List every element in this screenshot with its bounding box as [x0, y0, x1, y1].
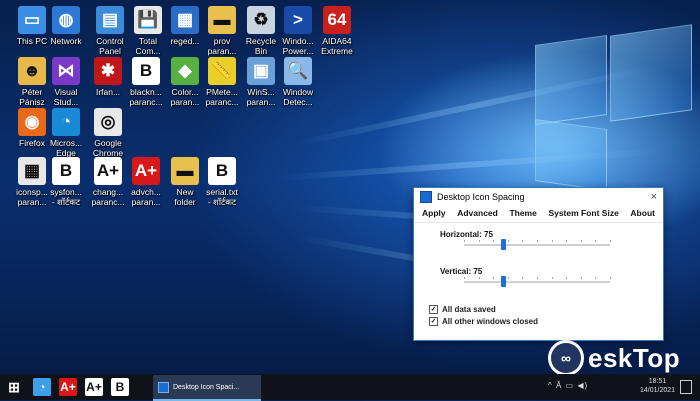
app-icon [420, 190, 432, 203]
network-icon: ◍ [52, 6, 80, 34]
clock-date: 14/01/2021 [640, 387, 676, 394]
checkbox-label: All data saved [442, 305, 496, 314]
desktop-icon[interactable]: 64 AIDA64 Extreme [309, 6, 365, 56]
slider-tick [464, 240, 465, 242]
checkbox-box[interactable]: ✓ [429, 317, 438, 326]
slider-tick [551, 240, 553, 242]
menu-about[interactable]: About [630, 208, 655, 218]
all-data-saved-checkbox[interactable]: ✓ All data saved [429, 305, 496, 314]
vertical-label: Vertical: 75 [440, 267, 483, 276]
menu-bar: Apply Advanced Theme System Font Size Ab… [414, 205, 663, 223]
desktop-icon[interactable]: 🔍 Window Detec... [270, 57, 326, 107]
slider-tick [507, 240, 509, 242]
slider-tick [522, 240, 524, 242]
slider-tick [537, 240, 538, 242]
window-titlebar[interactable]: Desktop Icon Spacing × [414, 188, 663, 205]
desktop-icon[interactable]: Bserial.txt - शॉर्टकट [194, 157, 250, 207]
taskbar-pinned-edge-icon[interactable]: ◔ [33, 378, 51, 396]
close-icon[interactable]: × [651, 191, 657, 203]
edge-icon: ◔ [52, 108, 80, 136]
slider-tick [464, 277, 465, 279]
horizontal-slider-thumb[interactable] [500, 239, 506, 250]
powershell-icon: > [284, 6, 312, 34]
desktop-watermark: ∞ eskTop [548, 340, 680, 376]
watermark-logo-icon: ∞ [548, 340, 584, 376]
desktop-icon-label: Google Chrome [92, 138, 124, 158]
all-windows-closed-checkbox[interactable]: ✓ All other windows closed [429, 317, 538, 326]
slider-tick [595, 240, 597, 242]
menu-system-font-size[interactable]: System Font Size [548, 208, 618, 218]
slider-tick [580, 277, 582, 279]
ruler-icon: 📏 [208, 57, 236, 85]
slider-tick [493, 240, 495, 242]
slider-tick [551, 277, 553, 279]
slider-tick [507, 277, 509, 279]
system-tray-icons[interactable]: ^ Ā ▭ ◀) [548, 381, 588, 390]
vertical-slider[interactable] [464, 276, 611, 287]
slider-tick [595, 277, 597, 279]
menu-advanced[interactable]: Advanced [457, 208, 498, 218]
menu-apply[interactable]: Apply [422, 208, 446, 218]
slider-tick [522, 277, 524, 279]
horizontal-slider[interactable] [464, 239, 611, 250]
chrome-icon: ◎ [94, 108, 122, 136]
slider-tick [566, 277, 568, 279]
bold-b-icon: B [52, 157, 80, 185]
bold-b-icon: B [208, 157, 236, 185]
watermark-text: eskTop [588, 342, 681, 373]
slider-tick [566, 240, 568, 242]
notification-icon[interactable] [680, 380, 692, 394]
slider-tick [580, 240, 582, 242]
slider-tick [478, 277, 480, 279]
desktop-icon[interactable]: ◎ Google Chrome [80, 108, 136, 158]
slider-tick [610, 240, 611, 242]
taskbar-pinned-font-adv-icon[interactable]: A+ [59, 378, 77, 396]
aida64-icon: 64 [323, 6, 351, 34]
window-detective-icon: 🔍 [284, 57, 312, 85]
taskbar-pinned-bold-b-icon[interactable]: B [111, 378, 129, 396]
taskbar-pinned-font-change-icon[interactable]: A+ [85, 378, 103, 396]
taskbar: ⊞ ◔ A+ A+ B Desktop Icon Spaci... ^ Ā ▭ ◀) … [0, 374, 700, 401]
horizontal-label: Horizontal: 75 [440, 230, 493, 239]
desktop-icon-label: AIDA64 Extreme [321, 36, 353, 56]
start-button[interactable]: ⊞ [5, 378, 23, 396]
menu-theme[interactable]: Theme [509, 208, 536, 218]
clock-time: 18:51 [648, 378, 667, 385]
slider-tick [478, 240, 480, 242]
font-adv-icon: A+ [132, 157, 160, 185]
slider-tick [537, 277, 538, 279]
taskbar-app-label: Desktop Icon Spaci... [173, 383, 240, 391]
desktop-icon-spacing-window: Desktop Icon Spacing × Apply Advanced Th… [413, 187, 664, 341]
folder-icon: ▬ [208, 6, 236, 34]
bold-b-icon: B [132, 57, 160, 85]
window-title: Desktop Icon Spacing [437, 191, 525, 202]
slider-tick [610, 277, 611, 279]
visual-studio-icon: ⋈ [52, 57, 80, 85]
desktop-icon-label: serial.txt - शॉर्टकट [206, 187, 238, 207]
checkbox-box[interactable]: ✓ [429, 305, 438, 314]
desktop-icon-label: Window Detec... [282, 87, 314, 107]
clock[interactable]: 18:51 14/01/2021 [640, 377, 675, 395]
vertical-slider-thumb[interactable] [500, 276, 506, 287]
checkbox-label: All other windows closed [442, 317, 539, 326]
taskbar-app-desktop-icon-spacing[interactable]: Desktop Icon Spaci... [153, 375, 261, 401]
slider-tick [493, 277, 495, 279]
app-icon [158, 381, 169, 393]
